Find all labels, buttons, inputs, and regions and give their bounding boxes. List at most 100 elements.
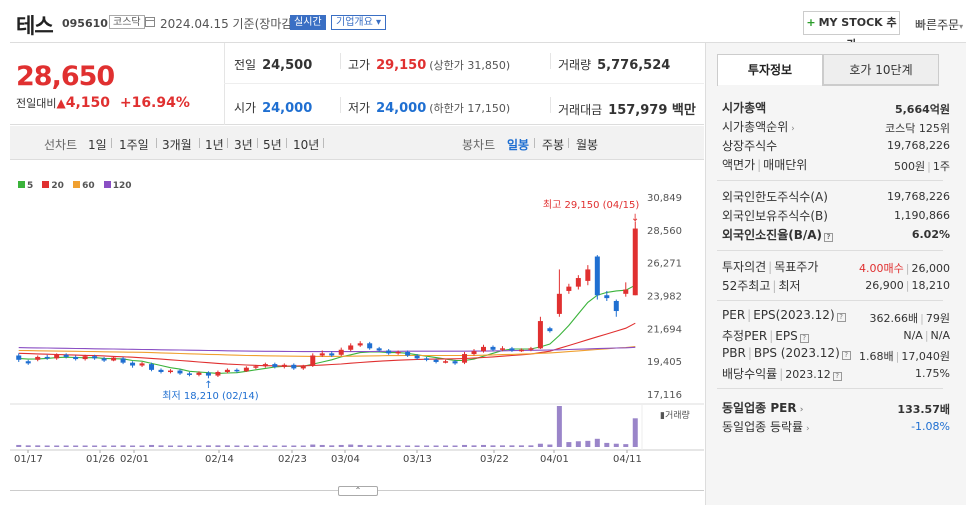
x-tick-label: 04/11	[613, 454, 642, 465]
foreign-ratio-label: 외국인소진율(B/A)?	[722, 226, 834, 243]
volume-axis-label: ▮거래량	[660, 409, 690, 421]
sector-change-value: -1.08%	[911, 420, 950, 433]
volume-bar	[291, 445, 297, 447]
volume-bar	[149, 444, 155, 447]
line-chart-label[interactable]: 선차트	[44, 136, 77, 153]
market-cap-rank-text: 시가총액순위	[722, 120, 789, 134]
help-icon[interactable]: ?	[836, 313, 846, 322]
pbr-text: PBR	[722, 346, 746, 360]
week52-label: 52주최고 | 최저	[722, 277, 801, 294]
sector-per-label[interactable]: 동일업종 PER ›	[722, 399, 803, 416]
candle-body	[376, 348, 382, 351]
per-num: 362.66배	[869, 312, 919, 325]
target-price-num: 26,000	[911, 262, 951, 275]
volume-bar	[101, 445, 107, 447]
divider	[257, 138, 258, 148]
change-label: 전일대비	[16, 97, 57, 110]
add-mystock-button[interactable]: +MY STOCK 추가	[803, 11, 900, 51]
candle-body	[471, 351, 477, 355]
foreign-holding-label: 외국인보유주식수(B)	[722, 209, 828, 223]
divider	[111, 138, 112, 148]
help-icon[interactable]: ?	[799, 334, 809, 343]
pbr-num: 1.68배	[859, 350, 894, 363]
candlestick-svg: 30,849 28,560 26,271 23,982 21,694 19,405 17,1…	[10, 193, 704, 465]
calendar-icon	[145, 17, 155, 27]
low-value: 24,000	[376, 101, 427, 116]
candle-body	[537, 321, 543, 349]
candle-body	[566, 286, 572, 291]
candle-body	[433, 359, 439, 362]
volume-bar	[310, 444, 316, 447]
volume-bar	[253, 445, 259, 447]
separator: |	[905, 279, 910, 292]
period-1w[interactable]: 1주일	[119, 136, 149, 153]
candle-body	[594, 256, 600, 296]
price-chart[interactable]: 5 20 60 120 30,849 28,560 26,271 23,982 21,6…	[10, 160, 704, 480]
par-value-text: 액면가	[722, 158, 756, 172]
volume-bar	[613, 443, 619, 447]
divider	[227, 138, 228, 148]
divider	[550, 53, 551, 69]
divider	[224, 43, 225, 125]
candle-chart-label[interactable]: 봉차트	[462, 136, 495, 153]
listed-shares-value: 19,768,226	[887, 139, 950, 152]
candle-body	[509, 348, 515, 351]
period-10y[interactable]: 10년	[293, 136, 319, 153]
company-overview-dropdown[interactable]: 기업개요 ▾	[331, 15, 387, 30]
divider	[717, 180, 943, 181]
est-per-value: N/A | N/A	[903, 329, 950, 342]
candle-body	[623, 289, 629, 294]
market-cap-rank-label[interactable]: 시가총액순위 ›	[722, 118, 795, 135]
opinion-text: 투자의견	[722, 260, 767, 274]
volume-bar	[623, 444, 629, 447]
amount-value: 157,979 백만	[608, 103, 696, 118]
period-3y[interactable]: 3년	[234, 136, 253, 153]
candle-body	[462, 354, 468, 363]
trade-unit-text: 매매단위	[763, 158, 808, 172]
separator: |	[927, 160, 931, 173]
realtime-button[interactable]: 실시간	[290, 15, 326, 30]
divider	[717, 250, 943, 251]
candle-body	[262, 364, 268, 367]
x-tick-label: 01/26	[86, 454, 115, 465]
x-tick-label: 04/01	[540, 454, 569, 465]
candle-body	[63, 354, 69, 357]
period-1d[interactable]: 1일	[88, 136, 107, 153]
per-eps-value: 362.66배 | 79원	[870, 310, 950, 326]
x-tick-label: 03/04	[331, 454, 360, 465]
separator: |	[905, 262, 910, 275]
candle-body	[215, 371, 221, 376]
candle-body	[367, 343, 373, 349]
volume-bar	[376, 445, 382, 447]
candle-body	[556, 293, 562, 314]
divider	[340, 97, 341, 113]
x-tick-label: 01/17	[14, 454, 43, 465]
period-1y[interactable]: 1년	[205, 136, 224, 153]
volume-bar	[92, 445, 98, 447]
candle-monthly[interactable]: 월봉	[576, 136, 598, 153]
candle-body	[149, 364, 155, 370]
open-label: 시가	[234, 101, 257, 115]
help-icon[interactable]: ?	[832, 372, 842, 381]
period-3m[interactable]: 3개월	[162, 136, 192, 153]
y-tick-label: 30,849	[647, 193, 682, 204]
period-5y[interactable]: 5년	[263, 136, 282, 153]
tab-investment-info[interactable]: 투자정보	[717, 54, 823, 85]
candle-weekly[interactable]: 주봉	[542, 136, 564, 153]
candle-body	[386, 350, 392, 354]
tab-orderbook-10[interactable]: 호가 10단계	[823, 54, 939, 85]
divider	[323, 138, 324, 148]
quick-order-link[interactable]: 빠른주문▾	[915, 16, 963, 33]
volume-bar	[443, 445, 449, 447]
volume-bar	[44, 445, 50, 447]
help-icon[interactable]: ?	[841, 351, 851, 360]
candle-body	[424, 358, 430, 360]
collapse-toggle-button[interactable]: ⌃	[338, 486, 378, 496]
volume-bar	[471, 445, 477, 447]
separator: |	[895, 350, 900, 363]
candle-daily[interactable]: 일봉	[507, 136, 529, 153]
help-icon[interactable]: ?	[824, 233, 834, 242]
trade-amount: 거래대금 157,979 백만	[558, 99, 696, 118]
candle-body	[414, 355, 420, 359]
sector-change-label[interactable]: 동일업종 등락률 ›	[722, 418, 810, 435]
